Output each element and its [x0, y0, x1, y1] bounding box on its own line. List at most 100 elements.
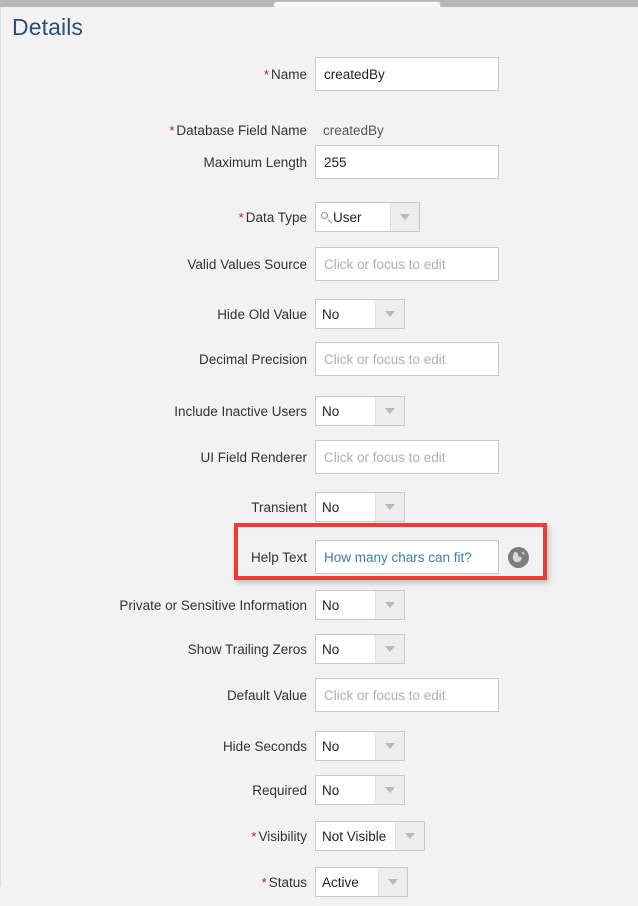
field-label: Decimal Precision — [1, 352, 315, 367]
dropdown-arrow-button[interactable] — [375, 493, 404, 521]
select-dropdown[interactable]: Active — [315, 867, 408, 897]
field-control-cell: No — [315, 396, 638, 426]
field-label: Default Value — [1, 688, 315, 703]
field-label: Maximum Length — [1, 155, 315, 170]
select-dropdown[interactable]: No — [315, 396, 405, 426]
text-input[interactable]: Click or focus to edit — [315, 342, 499, 376]
field-label: Help Text — [1, 550, 315, 565]
select-dropdown[interactable]: No — [315, 492, 405, 522]
dropdown-arrow-button[interactable] — [390, 203, 419, 231]
field-control-cell: No — [315, 775, 638, 805]
field-label: * Visibility — [1, 829, 315, 844]
field-label: * Name — [1, 67, 315, 82]
field-control-cell: createdBy — [315, 123, 638, 138]
required-asterisk: * — [251, 828, 257, 844]
chevron-down-icon — [385, 787, 395, 793]
select-value: Active — [322, 874, 359, 890]
field-control-cell: Click or focus to edit — [315, 440, 638, 474]
text-input[interactable]: createdBy — [315, 57, 499, 91]
dropdown-arrow-button[interactable] — [375, 732, 404, 760]
readonly-value: createdBy — [323, 122, 384, 138]
chevron-down-icon — [385, 408, 395, 414]
select-value: No — [322, 499, 340, 515]
form-row: * Visibility Not Visible — [1, 812, 638, 860]
text-input[interactable]: How many chars can fit? — [315, 540, 499, 574]
select-value: No — [322, 782, 340, 798]
form-row: Private or Sensitive Information No — [1, 581, 638, 629]
select-dropdown[interactable]: No — [315, 634, 405, 664]
chevron-down-icon — [385, 743, 395, 749]
required-asterisk: * — [238, 209, 244, 225]
dropdown-arrow-button[interactable] — [375, 776, 404, 804]
field-control-cell: Click or focus to edit — [315, 342, 638, 376]
select-value: No — [322, 597, 340, 613]
chevron-down-icon — [400, 214, 410, 220]
field-label-text: Decimal Precision — [198, 351, 307, 367]
select-dropdown[interactable]: No — [315, 775, 405, 805]
field-control-cell: No — [315, 634, 638, 664]
form-row: Transient No — [1, 483, 638, 531]
field-label-text: Hide Old Value — [217, 306, 307, 322]
field-control-cell: User — [315, 202, 638, 232]
lookup-value: User — [333, 209, 362, 225]
select-value: Not Visible — [322, 828, 387, 844]
field-label-text: Status — [268, 874, 307, 890]
dropdown-arrow-button[interactable] — [375, 635, 404, 663]
field-label-text: Required — [252, 782, 307, 798]
field-control-cell: Click or focus to edit — [315, 678, 638, 712]
field-control-cell: No — [315, 299, 638, 329]
form-row: * Name createdBy — [1, 50, 638, 98]
field-label-text: Maximum Length — [203, 154, 307, 170]
field-label-text: UI Field Renderer — [200, 449, 307, 465]
field-label-text: Help Text — [250, 549, 307, 565]
field-label-text: Show Trailing Zeros — [187, 641, 307, 657]
details-panel: Details * Name createdBy * Database Field Na… — [0, 7, 638, 897]
field-label: * Status — [1, 875, 315, 890]
text-input[interactable]: Click or focus to edit — [315, 440, 499, 474]
required-asterisk: * — [261, 874, 267, 890]
select-dropdown[interactable]: No — [315, 299, 405, 329]
select-value: No — [322, 306, 340, 322]
select-value: No — [322, 641, 340, 657]
form-row: Maximum Length 255 — [1, 138, 638, 186]
field-control-cell: createdBy — [315, 57, 638, 91]
field-control-cell: No — [315, 492, 638, 522]
field-label: Valid Values Source — [1, 257, 315, 272]
chevron-down-icon — [405, 833, 415, 839]
text-input[interactable]: 255 — [315, 145, 499, 179]
select-dropdown[interactable]: No — [315, 590, 405, 620]
field-label: Show Trailing Zeros — [1, 642, 315, 657]
dropdown-arrow-button[interactable] — [375, 397, 404, 425]
field-label-text: Hide Seconds — [222, 738, 307, 754]
form-row: * Status Active — [1, 858, 638, 906]
field-control-cell: Active — [315, 867, 638, 897]
form-row: Hide Seconds No — [1, 722, 638, 770]
select-dropdown[interactable]: Not Visible — [315, 821, 425, 851]
form-row: Valid Values Source Click or focus to edi… — [1, 240, 638, 288]
field-control-cell: No — [315, 590, 638, 620]
form-row: Default Value Click or focus to edit — [1, 671, 638, 719]
dropdown-arrow-button[interactable] — [378, 868, 407, 896]
form-row: Required No — [1, 766, 638, 814]
select-dropdown[interactable]: No — [315, 731, 405, 761]
required-asterisk: * — [169, 122, 175, 138]
field-label: Transient — [1, 500, 315, 515]
globe-icon[interactable] — [508, 546, 529, 568]
dropdown-arrow-button[interactable] — [375, 591, 404, 619]
data-type-lookup-select[interactable]: User — [315, 202, 420, 232]
form-row: * Data Type User — [1, 193, 638, 241]
field-label-text: Database Field Name — [176, 122, 307, 138]
field-control-cell: How many chars can fit? — [315, 540, 638, 574]
field-control-cell: 255 — [315, 145, 638, 179]
form-row: Decimal Precision Click or focus to edit — [1, 335, 638, 383]
field-label-text: Valid Values Source — [187, 256, 307, 272]
form-row: Show Trailing Zeros No — [1, 625, 638, 673]
dropdown-arrow-button[interactable] — [395, 822, 424, 850]
text-input[interactable]: Click or focus to edit — [315, 678, 499, 712]
field-label-text: Private or Sensitive Information — [119, 597, 307, 613]
text-input[interactable]: Click or focus to edit — [315, 247, 499, 281]
dropdown-arrow-button[interactable] — [375, 300, 404, 328]
field-label-text: Default Value — [226, 687, 307, 703]
field-label: Private or Sensitive Information — [1, 598, 315, 613]
field-label: * Database Field Name — [1, 123, 315, 138]
